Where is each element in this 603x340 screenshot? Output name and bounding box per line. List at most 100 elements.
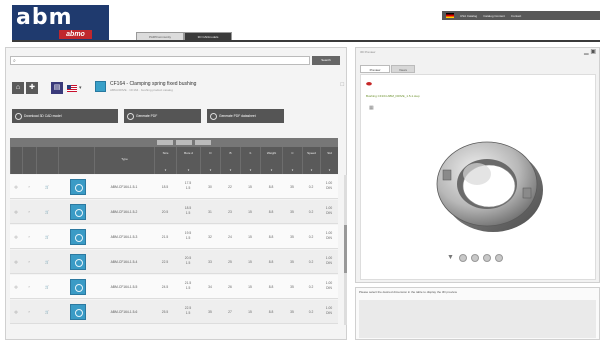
row-std-bottom: DIN [326, 286, 332, 290]
download-cad-button[interactable]: Download 3D CAD model [12, 109, 118, 123]
row-speed: 0.2 [308, 185, 314, 189]
col-bore[interactable]: Bore d ▾ [176, 147, 200, 174]
col-select[interactable] [10, 147, 22, 174]
topbar-item-catalog[interactable]: USA Catalog [460, 14, 477, 18]
row-bore: 17.5 1.5 [176, 175, 200, 199]
row-b: 24 [228, 235, 232, 239]
region-flag-icon[interactable] [67, 85, 77, 92]
row-expand-icon[interactable]: › [22, 225, 36, 249]
row-expand-icon[interactable]: › [22, 200, 36, 224]
tab-3d-cadmodels[interactable]: 3D CADmodels [184, 32, 232, 40]
table-row[interactable]: ◎ › 🛒 ABM-CF164-1.5-1 18.5 17.5 1.5 30 22 15 8.8 35… [10, 175, 338, 199]
row-select-icon[interactable]: ◎ [10, 300, 22, 324]
row-expand-icon[interactable]: › [22, 250, 36, 274]
cart-icon[interactable]: 🛒 [36, 300, 58, 324]
col-size-label: Size [162, 151, 169, 155]
rotate-icon[interactable]: ▼ [447, 254, 455, 262]
generate-pdf-button[interactable]: Generate PDF [124, 109, 201, 123]
row-select-icon[interactable]: ◎ [10, 250, 22, 274]
row-thumbnail[interactable] [70, 229, 86, 245]
row-thumbnail[interactable] [70, 304, 86, 320]
row-d: 33 [208, 260, 212, 264]
col-size[interactable]: Size ▾ [154, 147, 176, 174]
viewer-brand-icon: ⬬ [366, 81, 372, 88]
row-thumbnail[interactable] [70, 179, 86, 195]
row-d: 34 [208, 285, 212, 289]
col-info[interactable] [22, 147, 36, 174]
row-thumbnail[interactable] [70, 279, 86, 295]
row-std-bottom: DIN [326, 211, 332, 215]
generate-datasheet-label: Generate PDF datasheet [219, 114, 256, 118]
group-tab-2[interactable] [176, 140, 192, 145]
home-icon[interactable]: ⌂ [12, 82, 24, 94]
row-weight: 8.8 [268, 285, 274, 289]
table-row[interactable]: ◎ › 🛒 ABM-CF164-1.5-6 25.5 22.5 1.5 35 27 15 8.8 35… [10, 300, 338, 324]
row-speed: 0.2 [308, 235, 314, 239]
logo-sub: abmo [59, 30, 92, 39]
3d-viewer[interactable]: ⬬ Bushing CF164 ABM_DRIVE_1.5-1.step ▦ ▼ [360, 74, 596, 280]
group-tab-3[interactable] [195, 140, 211, 145]
col-c[interactable]: C ▾ [282, 147, 302, 174]
cart-icon[interactable]: 🛒 [36, 275, 58, 299]
tab-preview[interactable]: Preview [360, 65, 390, 73]
bookmark-icon[interactable]: ☐ [340, 82, 344, 88]
viewer-settings-icon[interactable]: ▦ [369, 105, 374, 111]
search-button[interactable]: Search [312, 56, 340, 65]
col-weight[interactable]: Weight ▾ [260, 147, 282, 174]
tab-views[interactable]: Views [391, 65, 415, 73]
col-b[interactable]: B ▾ [220, 147, 240, 174]
view-iso-icon[interactable] [495, 254, 503, 262]
table-row[interactable]: ◎ › 🛒 ABM-CF164-1.5-3 21.5 19.5 1.5 32 24 15 8.8 35… [10, 225, 338, 249]
cart-icon[interactable]: 🛒 [36, 225, 58, 249]
table-row[interactable]: ◎ › 🛒 ABM-CF164-1.5-4 22.5 20.5 1.5 33 25 15 8.8 35… [10, 250, 338, 274]
row-expand-icon[interactable]: › [22, 275, 36, 299]
datasheet-icon [210, 112, 217, 120]
col-type[interactable]: Type [94, 147, 154, 174]
cart-icon[interactable]: 🛒 [36, 175, 58, 199]
col-cart[interactable] [36, 147, 58, 174]
chevron-down-icon[interactable]: ▾ [79, 85, 82, 91]
table-row[interactable]: ◎ › 🛒 ABM-CF164-1.5-2 20.5 18.5 1.5 31 23 15 8.8 35… [10, 200, 338, 224]
view-side-icon[interactable] [471, 254, 479, 262]
row-thumbnail[interactable] [70, 254, 86, 270]
share-icon[interactable]: ✚ [26, 82, 38, 94]
panel-window-controls[interactable]: ▁ ▣ [584, 48, 596, 55]
row-select-icon[interactable]: ◎ [10, 225, 22, 249]
viewer-file-label: Bushing CF164 ABM_DRIVE_1.5-1.step [366, 94, 420, 98]
topbar-item-content[interactable]: Catalog Content [483, 14, 505, 18]
topbar-item-contact[interactable]: Contact [511, 14, 521, 18]
catalog-icon[interactable]: ▤ [51, 82, 63, 94]
row-std: 1.00 DIN [320, 275, 338, 299]
language-flag-icon[interactable] [446, 13, 454, 18]
row-c: 35 [290, 185, 294, 189]
table-scroll-thumb[interactable] [344, 225, 347, 273]
row-bore-bottom: 1.5 [185, 211, 191, 215]
tab-partcommunity[interactable]: PARTcommunity [136, 32, 184, 40]
view-front-icon[interactable] [459, 254, 467, 262]
col-c-label: C [291, 151, 294, 155]
group-tab-1[interactable] [157, 140, 173, 145]
table-row[interactable]: ◎ › 🛒 ABM-CF164-1.5-5 24.5 21.5 1.5 34 26 15 8.8 35… [10, 275, 338, 299]
row-part-number: ABM-CF164-1.5-3 [110, 235, 138, 239]
row-select-icon[interactable]: ◎ [10, 200, 22, 224]
generate-pdf-label: Generate PDF [136, 114, 158, 118]
row-expand-icon[interactable]: › [22, 300, 36, 324]
main-panel: ⌕ Search ⌂ ✚ ▤ ▾ CF164 - Clamping spring… [5, 47, 347, 340]
col-preview[interactable] [58, 147, 94, 174]
search-input[interactable]: ⌕ [10, 56, 310, 65]
generate-datasheet-button[interactable]: Generate PDF datasheet [207, 109, 284, 123]
row-select-icon[interactable]: ◎ [10, 175, 22, 199]
brand-logo[interactable]: abm abmo [12, 5, 109, 41]
col-d[interactable]: D ▾ [200, 147, 220, 174]
row-thumbnail[interactable] [70, 204, 86, 220]
cart-icon[interactable]: 🛒 [36, 250, 58, 274]
col-std[interactable]: Std ▾ [320, 147, 338, 174]
row-expand-icon[interactable]: › [22, 175, 36, 199]
table-header: Type Size ▾ Bore d ▾ D ▾ B ▾ b ▾ Weight ▾ C ▾ S… [10, 147, 338, 174]
row-select-icon[interactable]: ◎ [10, 275, 22, 299]
view-top-icon[interactable] [483, 254, 491, 262]
row-size: 21.5 [161, 235, 169, 239]
col-speed[interactable]: Speed ▾ [302, 147, 320, 174]
cart-icon[interactable]: 🛒 [36, 200, 58, 224]
col-b-small[interactable]: b ▾ [240, 147, 260, 174]
